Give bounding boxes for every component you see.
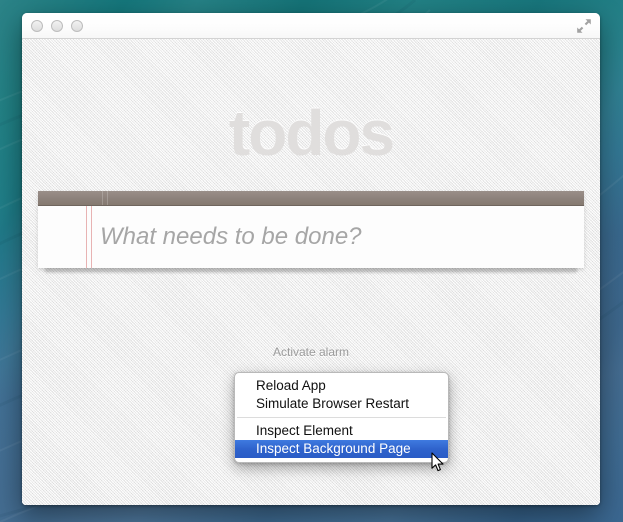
close-button[interactable] bbox=[31, 20, 43, 32]
todo-app-body: todos Activate alarm Reload App Simulate… bbox=[22, 39, 600, 505]
fullscreen-expand-icon[interactable] bbox=[576, 18, 592, 34]
zoom-button[interactable] bbox=[71, 20, 83, 32]
new-todo-row bbox=[38, 206, 584, 268]
menu-item-reload-app[interactable]: Reload App bbox=[235, 377, 448, 395]
app-window: todos Activate alarm Reload App Simulate… bbox=[22, 13, 600, 505]
new-todo-card bbox=[38, 191, 584, 268]
menu-item-simulate-browser-restart[interactable]: Simulate Browser Restart bbox=[235, 395, 448, 413]
context-menu[interactable]: Reload App Simulate Browser Restart Insp… bbox=[234, 372, 449, 463]
new-todo-input[interactable] bbox=[100, 206, 576, 268]
window-titlebar[interactable] bbox=[22, 13, 600, 39]
notebook-margin-line-left bbox=[86, 206, 87, 268]
notebook-margin-line-right bbox=[91, 206, 92, 268]
traffic-light-group bbox=[31, 20, 83, 32]
minimize-button[interactable] bbox=[51, 20, 63, 32]
menu-item-inspect-element[interactable]: Inspect Element bbox=[235, 422, 448, 440]
activate-alarm-link[interactable]: Activate alarm bbox=[22, 345, 600, 359]
new-todo-card-topbar bbox=[38, 191, 584, 206]
page-title: todos bbox=[22, 39, 600, 165]
menu-separator bbox=[237, 417, 446, 418]
menu-item-inspect-background-page[interactable]: Inspect Background Page bbox=[235, 440, 448, 458]
